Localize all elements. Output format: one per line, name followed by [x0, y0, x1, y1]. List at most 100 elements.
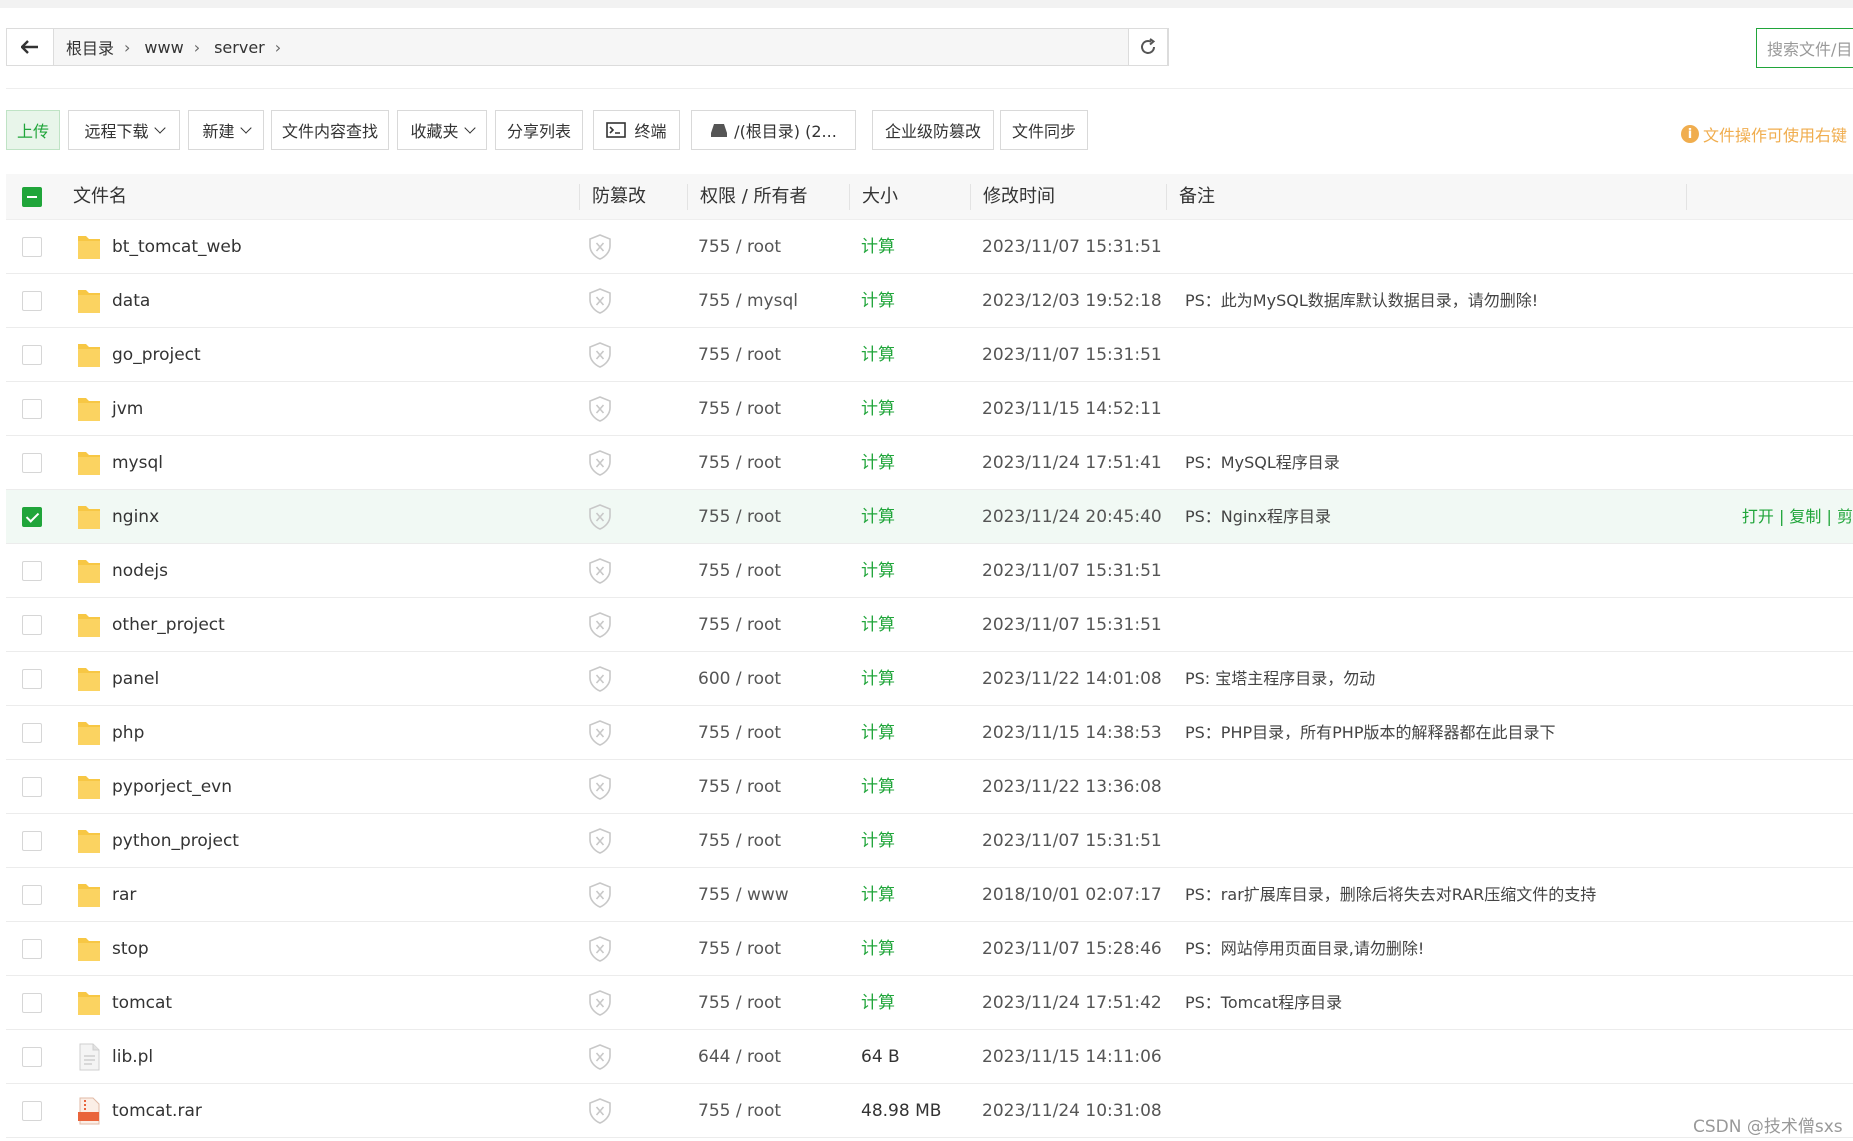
row-checkbox[interactable] [22, 777, 42, 797]
file-size[interactable]: 计算 [861, 868, 895, 922]
row-checkbox[interactable] [22, 885, 42, 905]
tamper-shield-icon[interactable] [588, 1098, 612, 1124]
file-name[interactable]: lib.pl [112, 1030, 153, 1084]
table-row[interactable]: php 755 / root 计算 2023/11/15 14:38:53 PS：PHP… [6, 706, 1853, 760]
table-row[interactable]: mysql 755 / root 计算 2023/11/24 17:51:41 PS：M… [6, 436, 1853, 490]
table-row[interactable]: tomcat 755 / root 计算 2023/11/24 17:51:42 PS：… [6, 976, 1853, 1030]
file-name[interactable]: pyporject_evn [112, 760, 232, 814]
file-permission[interactable]: 755 / root [698, 922, 781, 976]
file-size[interactable]: 计算 [861, 490, 895, 544]
tamper-shield-icon[interactable] [588, 558, 612, 584]
terminal-button[interactable]: 终端 [593, 110, 680, 150]
file-name[interactable]: bt_tomcat_web [112, 220, 242, 274]
table-row[interactable]: rar 755 / www 计算 2018/10/01 02:07:17 PS：rar扩… [6, 868, 1853, 922]
file-size[interactable]: 计算 [861, 814, 895, 868]
row-checkbox[interactable] [22, 831, 42, 851]
anti-tamper-button[interactable]: 企业级防篡改 [872, 110, 994, 150]
row-checkbox[interactable] [22, 345, 42, 365]
row-checkbox[interactable] [22, 453, 42, 473]
header-size[interactable]: 大小 [862, 174, 898, 220]
table-row[interactable]: jvm 755 / root 计算 2023/11/15 14:52:11 [6, 382, 1853, 436]
tamper-shield-icon[interactable] [588, 234, 612, 260]
file-permission[interactable]: 755 / root [698, 814, 781, 868]
file-name[interactable]: go_project [112, 328, 201, 382]
file-size[interactable]: 计算 [861, 220, 895, 274]
file-note[interactable]: PS：此为MySQL数据库默认数据目录，请勿删除! [1185, 274, 1538, 328]
tamper-shield-icon[interactable] [588, 720, 612, 746]
file-size[interactable]: 计算 [861, 328, 895, 382]
file-name[interactable]: nodejs [112, 544, 168, 598]
file-name[interactable]: other_project [112, 598, 225, 652]
file-permission[interactable]: 755 / root [698, 598, 781, 652]
row-checkbox[interactable] [22, 237, 42, 257]
file-name[interactable]: stop [112, 922, 149, 976]
file-permission[interactable]: 755 / root [698, 706, 781, 760]
file-sync-button[interactable]: 文件同步 [1000, 110, 1088, 150]
file-name[interactable]: python_project [112, 814, 239, 868]
file-permission[interactable]: 755 / root [698, 328, 781, 382]
table-row[interactable]: nodejs 755 / root 计算 2023/11/07 15:31:51 [6, 544, 1853, 598]
file-note[interactable]: PS：Nginx程序目录 [1185, 490, 1331, 544]
row-checkbox[interactable] [22, 1101, 42, 1121]
tamper-shield-icon[interactable] [588, 882, 612, 908]
row-checkbox[interactable] [22, 615, 42, 635]
file-permission[interactable]: 755 / root [698, 382, 781, 436]
remote-download-button[interactable]: 远程下载 [68, 110, 180, 150]
file-note[interactable]: PS：网站停用页面目录,请勿删除! [1185, 922, 1424, 976]
table-row[interactable]: stop 755 / root 计算 2023/11/07 15:28:46 PS：网站… [6, 922, 1853, 976]
file-permission[interactable]: 755 / root [698, 1084, 781, 1138]
back-button[interactable] [7, 29, 54, 65]
tamper-shield-icon[interactable] [588, 342, 612, 368]
share-list-button[interactable]: 分享列表 [495, 110, 583, 150]
tamper-shield-icon[interactable] [588, 990, 612, 1016]
table-row[interactable]: panel 600 / root 计算 2023/11/22 14:01:08 PS: … [6, 652, 1853, 706]
table-row[interactable]: nginx 755 / root 计算 2023/11/24 20:45:40 PS：N… [6, 490, 1853, 544]
tamper-shield-icon[interactable] [588, 936, 612, 962]
row-checkbox[interactable] [22, 399, 42, 419]
header-filename[interactable]: 文件名 [73, 174, 127, 220]
file-note[interactable]: PS：PHP目录，所有PHP版本的解释器都在此目录下 [1185, 706, 1555, 760]
table-row[interactable]: lib.pl 644 / root 64 B 2023/11/15 14:11:06 [6, 1030, 1853, 1084]
tamper-shield-icon[interactable] [588, 288, 612, 314]
file-size[interactable]: 计算 [861, 706, 895, 760]
tamper-shield-icon[interactable] [588, 450, 612, 476]
tamper-shield-icon[interactable] [588, 504, 612, 530]
file-name[interactable]: nginx [112, 490, 159, 544]
row-checkbox[interactable] [22, 939, 42, 959]
file-name[interactable]: tomcat [112, 976, 172, 1030]
file-size[interactable]: 计算 [861, 382, 895, 436]
header-permission[interactable]: 权限 / 所有者 [700, 174, 808, 220]
file-size[interactable]: 计算 [861, 436, 895, 490]
table-row[interactable]: other_project 755 / root 计算 2023/11/07 15:3… [6, 598, 1853, 652]
table-row[interactable]: data 755 / mysql 计算 2023/12/03 19:52:18 PS：此… [6, 274, 1853, 328]
table-row[interactable]: tomcat.rar 755 / root 48.98 MB 2023/11/24 1… [6, 1084, 1853, 1138]
select-all-checkbox[interactable] [22, 187, 42, 207]
file-name[interactable]: mysql [112, 436, 163, 490]
tamper-shield-icon[interactable] [588, 774, 612, 800]
file-permission[interactable]: 600 / root [698, 652, 781, 706]
row-checkbox[interactable] [22, 507, 42, 527]
tamper-shield-icon[interactable] [588, 666, 612, 692]
tamper-shield-icon[interactable] [588, 396, 612, 422]
file-permission[interactable]: 755 / www [698, 868, 789, 922]
row-checkbox[interactable] [22, 993, 42, 1013]
file-permission[interactable]: 644 / root [698, 1030, 781, 1084]
new-button[interactable]: 新建 [188, 110, 264, 150]
breadcrumb-server[interactable]: server [214, 38, 265, 57]
header-mtime[interactable]: 修改时间 [983, 174, 1055, 220]
file-note[interactable]: PS: 宝塔主程序目录，勿动 [1185, 652, 1375, 706]
file-note[interactable]: PS：rar扩展库目录，删除后将失去对RAR压缩文件的支持 [1185, 868, 1596, 922]
file-size[interactable]: 计算 [861, 544, 895, 598]
row-checkbox[interactable] [22, 1047, 42, 1067]
file-size[interactable]: 计算 [861, 976, 895, 1030]
table-row[interactable]: go_project 755 / root 计算 2023/11/07 15:31:5… [6, 328, 1853, 382]
disk-button[interactable]: /(根目录) (2... [691, 110, 856, 150]
file-size[interactable]: 计算 [861, 274, 895, 328]
row-checkbox[interactable] [22, 561, 42, 581]
row-actions[interactable]: 打开 | 复制 | 剪 [1742, 490, 1853, 544]
table-row[interactable]: bt_tomcat_web 755 / root 计算 2023/11/07 15:3… [6, 220, 1853, 274]
file-name[interactable]: rar [112, 868, 136, 922]
file-size[interactable]: 计算 [861, 652, 895, 706]
breadcrumb-root[interactable]: 根目录 [66, 35, 114, 59]
file-permission[interactable]: 755 / root [698, 436, 781, 490]
